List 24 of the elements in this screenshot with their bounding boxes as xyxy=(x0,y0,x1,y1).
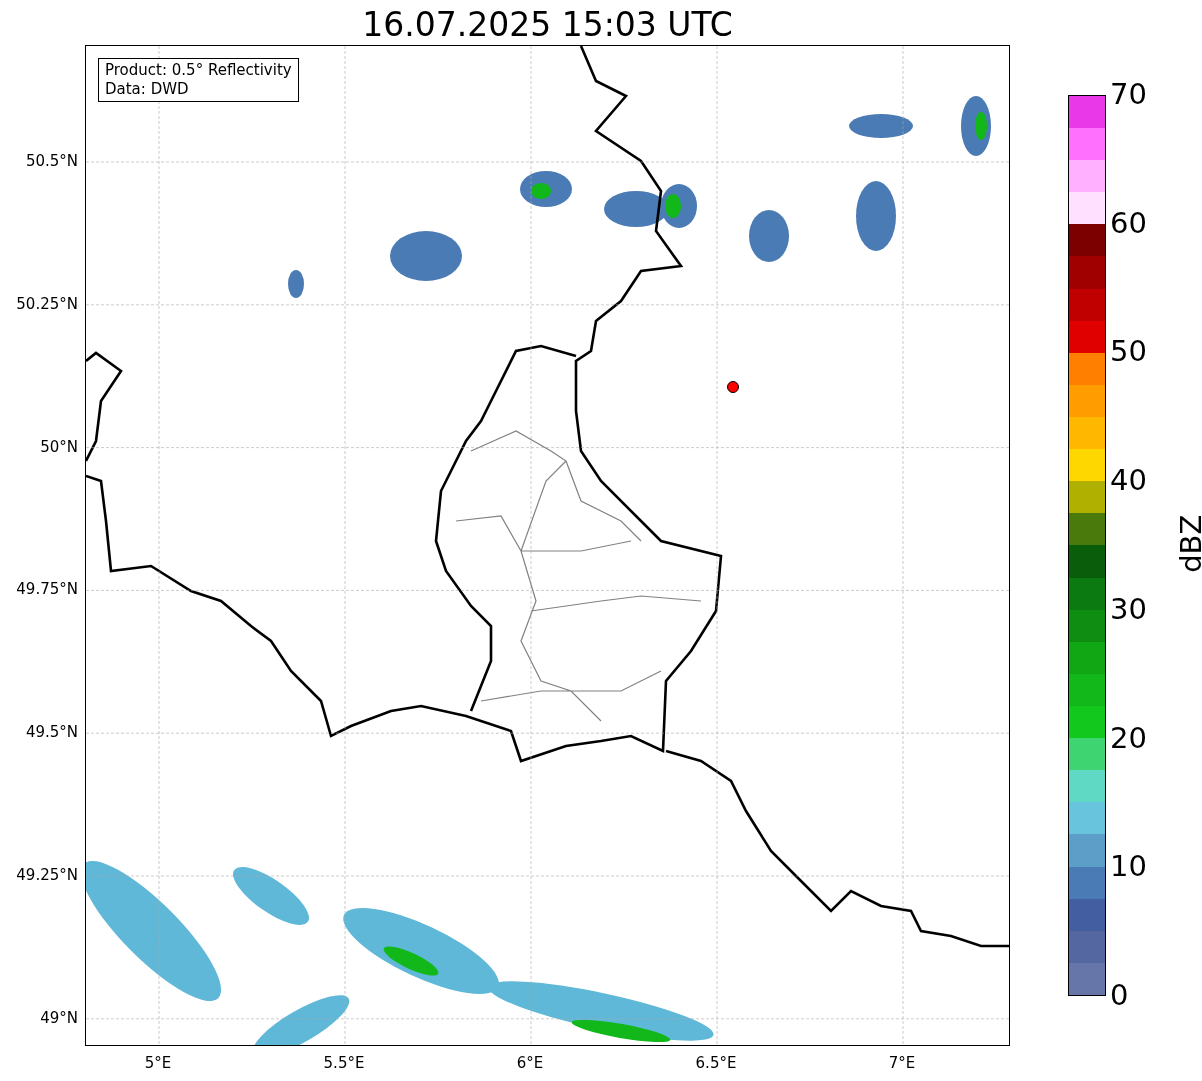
colorbar-tick-label: 20 xyxy=(1110,719,1147,757)
info-box: Product: 0.5° Reflectivity Data: DWD xyxy=(98,58,299,102)
axis-tick-label: 50.5°N xyxy=(25,150,78,172)
axis-tick-label: 50.25°N xyxy=(16,293,78,315)
colorbar-tick-label: 70 xyxy=(1110,76,1147,114)
axis-tick-label: 50°N xyxy=(40,436,78,458)
colorbar-tick-label: 0 xyxy=(1110,977,1129,1015)
colorbar-tick-label: 30 xyxy=(1110,591,1147,629)
axis-tick-label: 5.5°E xyxy=(323,1053,365,1074)
colorbar-label: dBZ xyxy=(1173,514,1202,573)
axis-tick-label: 49.25°N xyxy=(16,864,78,886)
colorbar-tick-label: 10 xyxy=(1110,848,1147,886)
axis-tick-label: 5°E xyxy=(144,1053,172,1074)
axis-tick-label: 49°N xyxy=(40,1007,78,1029)
axis-tick-label: 49.75°N xyxy=(16,579,78,601)
axis-tick-label: 6°E xyxy=(516,1053,544,1074)
colorbar-tick-label: 50 xyxy=(1110,333,1147,371)
axis-tick-label: 7°E xyxy=(888,1053,916,1074)
axis-tick-label: 49.5°N xyxy=(25,721,78,743)
chart-title: 16.07.2025 15:03 UTC xyxy=(361,4,734,45)
axis-tick-label: 6.5°E xyxy=(695,1053,737,1074)
colorbar-tick-label: 40 xyxy=(1110,462,1147,500)
location-dot xyxy=(727,381,739,393)
colorbar-tick-label: 60 xyxy=(1110,204,1147,242)
